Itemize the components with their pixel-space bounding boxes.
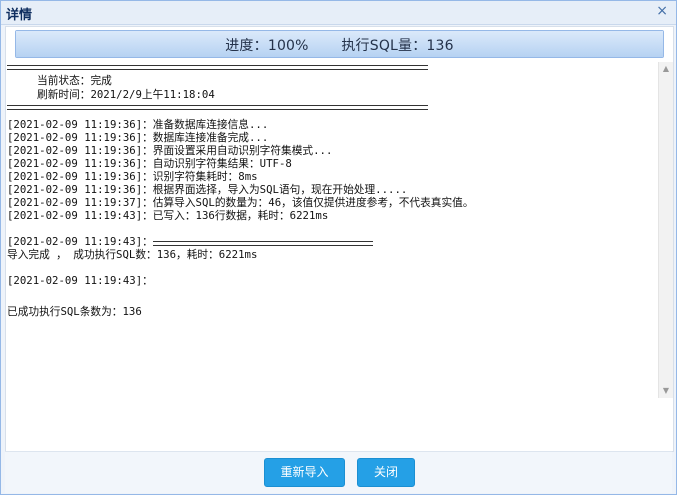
dialog-titlebar[interactable]: 详情 × [1, 1, 676, 25]
dialog-title: 详情 [6, 8, 33, 23]
divider-top [7, 65, 428, 70]
divider-bottom [7, 105, 428, 110]
summary-divider [153, 241, 373, 246]
progress-text: 进度：100% 执行SQL量：136 [16, 35, 663, 55]
log-line: [2021-02-09 11:19:36]：准备数据库连接信息... [7, 118, 269, 131]
dialog-footer: 重新导入 关闭 [5, 451, 672, 493]
reimport-button[interactable]: 重新导入 [264, 458, 345, 487]
summary-timestamp: [2021-02-09 11:19:43]： [7, 274, 153, 287]
close-icon[interactable]: × [656, 3, 668, 19]
scroll-up-icon[interactable]: ▲ [659, 62, 673, 76]
vertical-scrollbar[interactable]: ▲ ▼ [658, 62, 673, 398]
log-line: [2021-02-09 11:19:43]：已写入：136行数据，耗时：6221… [7, 209, 329, 222]
log-line: [2021-02-09 11:19:36]：识别字符集耗时：8ms [7, 170, 258, 183]
sql-count-label: 执行SQL量：136 [341, 38, 454, 54]
log-line: [2021-02-09 11:19:36]：界面设置采用自动识别字符集模式... [7, 144, 333, 157]
refresh-time-text: 刷新时间：2021/2/9上午11:18:04 [37, 88, 215, 101]
details-dialog: 详情 × 进度：100% 执行SQL量：136 当前状态：完成 刷新时间：202… [0, 0, 677, 495]
log-line: [2021-02-09 11:19:37]：估算导入SQL的数量为：46，该值仅… [7, 196, 474, 209]
dialog-body: 进度：100% 执行SQL量：136 当前状态：完成 刷新时间：2021/2/9… [5, 26, 674, 452]
scroll-down-icon[interactable]: ▼ [659, 384, 673, 398]
current-state-text: 当前状态：完成 [37, 74, 112, 87]
log-panel[interactable]: 当前状态：完成 刷新时间：2021/2/9上午11:18:04 [2021-02… [7, 65, 657, 397]
success-count-text: 已成功执行SQL条数为：136 [7, 305, 142, 318]
close-button[interactable]: 关闭 [357, 458, 415, 487]
summary-timestamp: [2021-02-09 11:19:43]： [7, 235, 153, 248]
progress-bar: 进度：100% 执行SQL量：136 [15, 30, 664, 58]
log-line: [2021-02-09 11:19:36]：根据界面选择，导入为SQL语句，现在… [7, 183, 408, 196]
import-done-text: 导入完成 ， 成功执行SQL数：136，耗时：6221ms [7, 248, 258, 261]
log-line: [2021-02-09 11:19:36]：数据库连接准备完成... [7, 131, 269, 144]
progress-label: 进度：100% [225, 38, 309, 54]
log-line: [2021-02-09 11:19:36]：自动识别字符集结果：UTF-8 [7, 157, 292, 170]
